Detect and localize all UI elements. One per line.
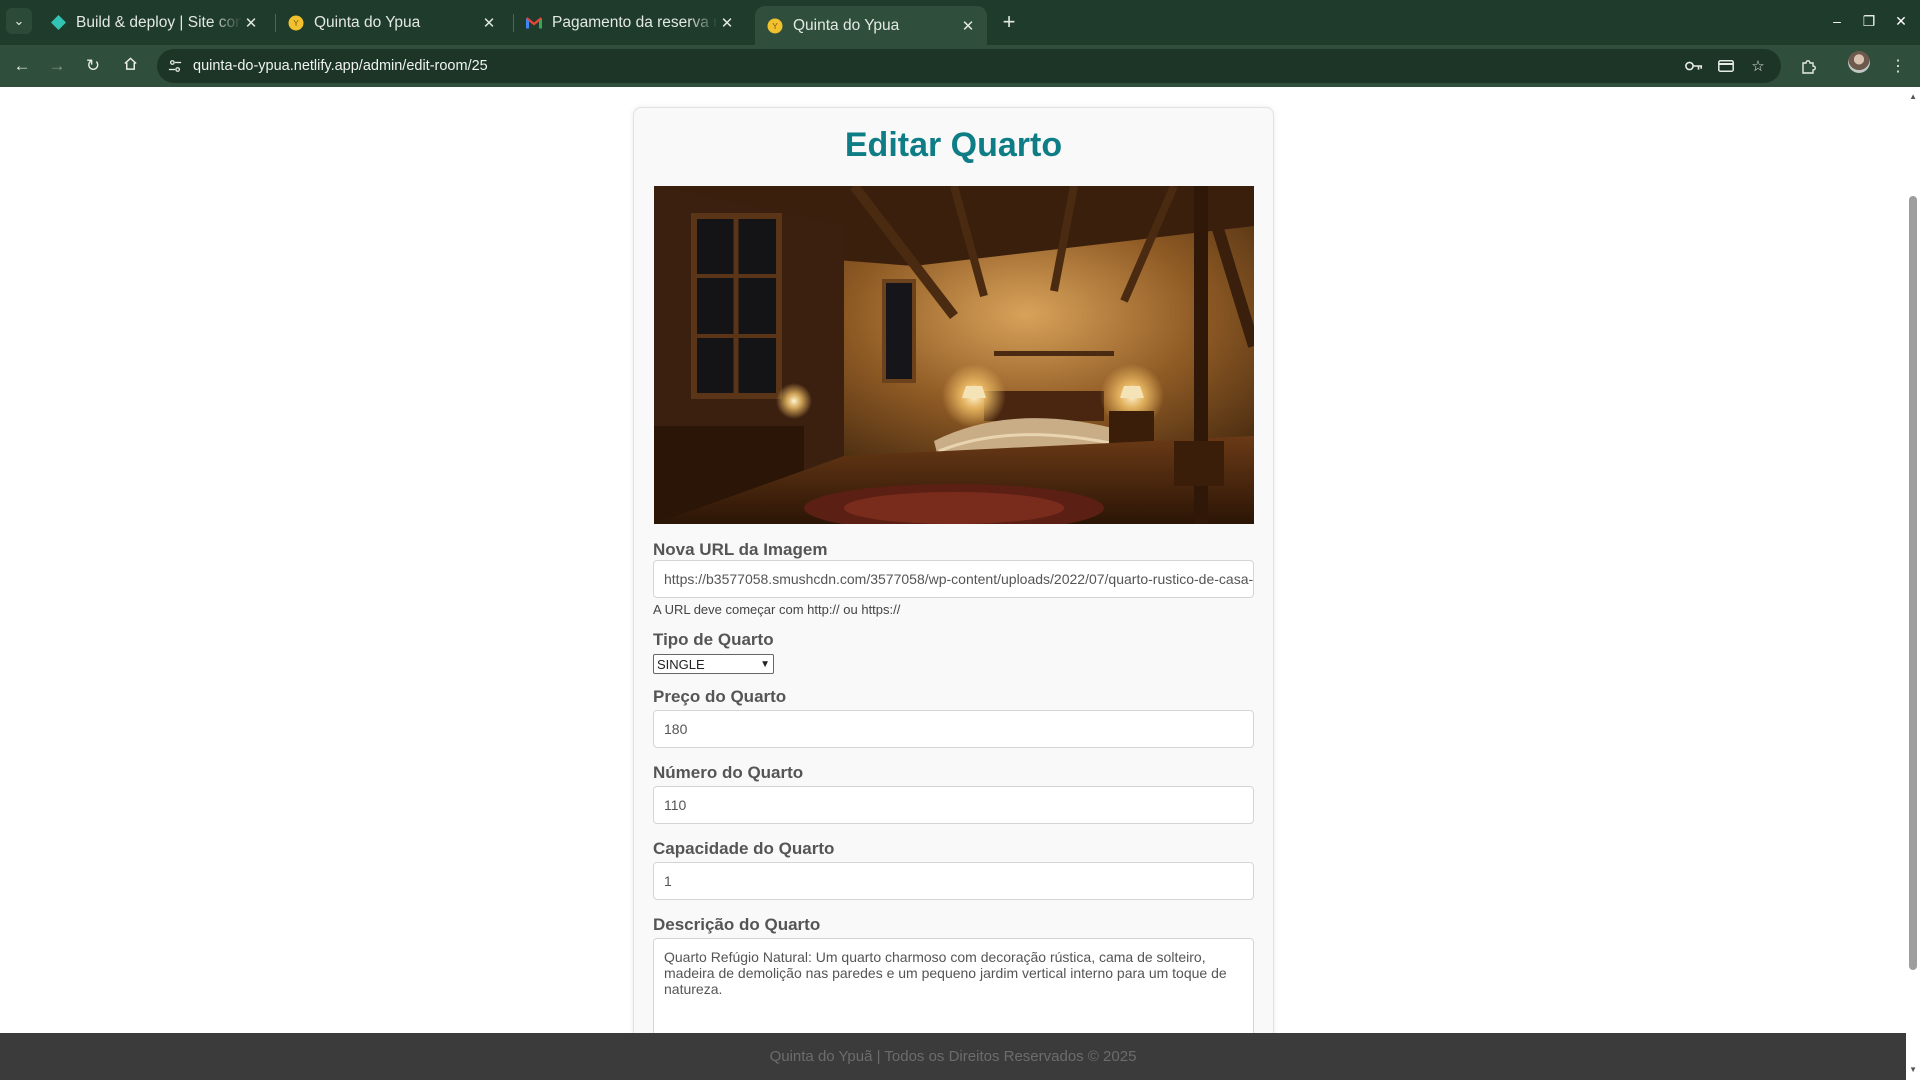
tab-quinta-active[interactable]: Y Quinta do Ypua ✕ — [755, 6, 987, 45]
tab-title: Quinta do Ypua — [793, 16, 900, 34]
site-footer: Quinta do Ypuã | Todos os Direitos Reser… — [0, 1033, 1906, 1080]
room-number-label: Número do Quarto — [653, 763, 804, 782]
close-icon: ✕ — [1895, 12, 1907, 29]
close-icon[interactable]: ✕ — [480, 14, 498, 32]
extensions-icon[interactable] — [1794, 52, 1822, 80]
close-window-button[interactable]: ✕ — [1887, 8, 1915, 34]
description-textarea[interactable]: Quarto Refúgio Natural: Um quarto charmo… — [653, 938, 1254, 1033]
gmail-icon — [526, 15, 542, 31]
tab-quinta-1[interactable]: Y Quinta do Ypua ✕ — [276, 6, 508, 39]
reload-button[interactable]: ↻ — [79, 52, 107, 80]
reload-icon: ↻ — [85, 56, 101, 75]
footer-text: Quinta do Ypuã | Todos os Direitos Reser… — [769, 1048, 1137, 1065]
restore-icon: ❐ — [1862, 12, 1876, 29]
tab-build-deploy[interactable]: Build & deploy | Site configuration ✕ — [38, 6, 270, 39]
netlify-icon — [50, 15, 66, 31]
image-url-label: Nova URL da Imagem — [653, 540, 828, 559]
page-title: Editar Quarto — [844, 126, 1063, 164]
close-icon[interactable]: ✕ — [959, 17, 977, 35]
price-label: Preço do Quarto — [653, 687, 787, 706]
address-bar[interactable]: quinta-do-ypua.netlify.app/admin/edit-ro… — [157, 49, 1781, 83]
room-type-select[interactable]: SINGLE ▼ — [653, 654, 774, 674]
site-icon: Y — [767, 18, 783, 34]
plus-icon: + — [1002, 9, 1016, 34]
home-button[interactable] — [116, 52, 144, 80]
home-icon — [123, 56, 138, 76]
scrollbar-thumb[interactable] — [1909, 196, 1917, 970]
payment-card-icon[interactable] — [1715, 55, 1737, 77]
back-button[interactable]: ← — [8, 52, 36, 80]
new-tab-button[interactable]: + — [995, 8, 1023, 36]
room-number-input[interactable]: 110 — [653, 786, 1254, 824]
room-type-label: Tipo de Quarto — [653, 630, 774, 649]
tab-title: Build & deploy | Site configuration — [76, 13, 242, 31]
tab-title: Pagamento da reserva recebido — [552, 13, 718, 31]
chevron-down-icon: ⌄ — [13, 13, 25, 28]
arrow-left-icon: ← — [13, 56, 31, 75]
tab-bar: ⌄ Build & deploy | Site configuration ✕ … — [0, 0, 1920, 45]
arrow-right-icon: → — [48, 56, 66, 75]
room-type-value: SINGLE — [657, 656, 705, 672]
tab-title: Quinta do Ypua — [314, 13, 421, 31]
profile-avatar[interactable] — [1848, 51, 1870, 73]
site-icon: Y — [288, 15, 304, 31]
browser-toolbar: ← → ↻ quinta-do-ypua.netlify.app/admin/e… — [0, 45, 1920, 87]
svg-text:Y: Y — [293, 19, 299, 28]
image-url-hint: A URL deve começar com http:// ou https:… — [653, 602, 901, 617]
edit-room-card: Editar Quarto Nova URL da Imagem https:/… — [633, 107, 1274, 1033]
price-input[interactable]: 180 — [653, 710, 1254, 748]
password-key-icon[interactable] — [1683, 55, 1705, 77]
svg-text:Y: Y — [772, 22, 778, 31]
page-viewport: Editar Quarto Nova URL da Imagem https:/… — [0, 87, 1920, 1033]
scroll-down-arrow-icon[interactable]: ▼ — [1909, 1065, 1917, 1074]
tab-gmail[interactable]: Pagamento da reserva recebido ✕ — [514, 6, 746, 39]
room-image — [654, 186, 1254, 524]
chevron-down-icon: ▼ — [760, 658, 770, 670]
close-icon[interactable]: ✕ — [242, 14, 260, 32]
close-icon[interactable]: ✕ — [718, 14, 736, 32]
more-menu-icon[interactable]: ⋮ — [1884, 52, 1912, 80]
description-label: Descrição do Quarto — [653, 915, 821, 934]
minimize-icon: – — [1833, 13, 1841, 29]
bookmark-star-icon[interactable]: ☆ — [1747, 55, 1769, 77]
forward-button[interactable]: → — [43, 52, 71, 80]
url-text: quinta-do-ypua.netlify.app/admin/edit-ro… — [193, 58, 488, 74]
site-info-icon[interactable] — [165, 56, 185, 76]
capacity-input[interactable]: 1 — [653, 862, 1254, 900]
scroll-up-arrow-icon[interactable]: ▲ — [1909, 92, 1917, 101]
image-url-input[interactable]: https://b3577058.smushcdn.com/3577058/wp… — [653, 560, 1254, 598]
restore-button[interactable]: ❐ — [1855, 8, 1883, 34]
tab-search-button[interactable]: ⌄ — [6, 8, 32, 34]
capacity-label: Capacidade do Quarto — [653, 839, 835, 858]
minimize-button[interactable]: – — [1823, 8, 1851, 34]
